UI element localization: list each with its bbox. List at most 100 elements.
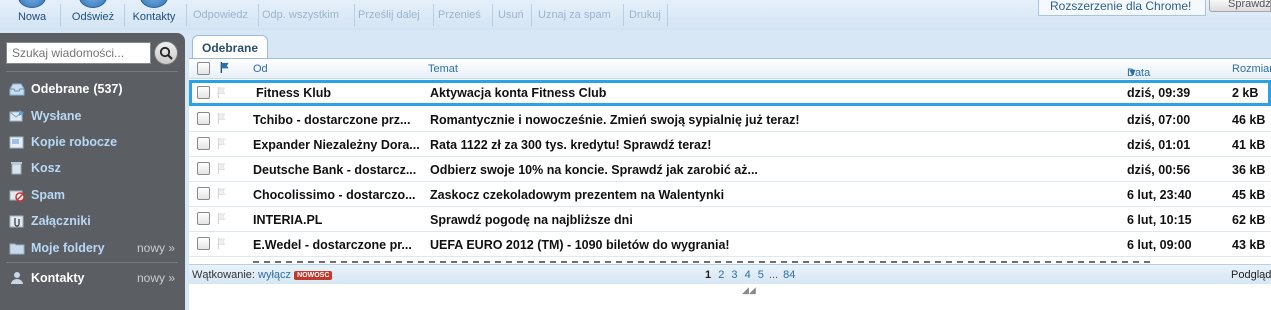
sidebar-divider — [6, 71, 178, 72]
refresh-button[interactable]: Odśwież — [68, 0, 118, 30]
column-subject[interactable]: Temat — [428, 63, 458, 75]
message-subject: Romantycznie i nowocześnie. Zmień swoją … — [430, 113, 800, 127]
flag-icon[interactable] — [217, 238, 227, 249]
column-size[interactable]: Rozmiar — [1232, 63, 1271, 75]
attachments-icon — [9, 214, 25, 228]
row-checkbox[interactable] — [197, 112, 210, 125]
message-date: 6 lut, 09:00 — [1127, 238, 1192, 252]
row-checkbox[interactable] — [197, 86, 210, 99]
tab-inbox[interactable]: Odebrane — [192, 35, 268, 59]
contacts-label: Kontakty — [132, 11, 176, 23]
message-subject: Aktywacja konta Fitness Club — [430, 86, 607, 100]
chrome-extension-link[interactable]: Rozszerzenie dla Chrome! — [1038, 0, 1206, 16]
message-subject: UEFA EURO 2012 (TM) - 1090 biletów do wy… — [430, 238, 730, 252]
tab-strip: Odebrane — [189, 33, 1271, 59]
sidebar-item-trash[interactable]: Kosz — [0, 156, 185, 180]
flag-column-icon[interactable] — [220, 62, 230, 73]
select-all-checkbox[interactable] — [197, 62, 210, 75]
message-date: dziś, 00:56 — [1127, 163, 1191, 177]
message-size: 46 kB — [1232, 113, 1266, 127]
message-from: Tchibo - dostarczone prz... — [253, 113, 411, 127]
flag-icon[interactable] — [217, 213, 227, 224]
sidebar-item-label: Spam — [31, 188, 66, 202]
message-subject: Odbierz swoje 10% na koncie. Sprawdź jak… — [430, 163, 758, 177]
flag-icon[interactable] — [217, 113, 227, 124]
refresh-icon — [79, 0, 107, 8]
flag-icon[interactable] — [217, 87, 227, 98]
sidebar-item-attachments[interactable]: Załączniki — [0, 209, 185, 233]
toolbar-divider — [60, 4, 61, 26]
row-checkbox[interactable] — [197, 137, 210, 150]
message-subject: Zaskocz czekoladowym prezentem na Walent… — [430, 188, 725, 202]
pagination-ellipsis: ... — [768, 269, 779, 281]
message-date: dziś, 01:01 — [1127, 138, 1191, 152]
message-date: dziś, 07:00 — [1127, 113, 1191, 127]
search-input[interactable] — [6, 42, 151, 64]
table-row[interactable]: Fitness Klub Aktywacja konta Fitness Clu… — [189, 80, 1271, 106]
list-footer: Wątkowanie: wyłącz NOWOŚĆ 1 2 3 4 5 ... … — [189, 264, 1271, 284]
contacts-button[interactable]: Kontakty — [130, 0, 178, 30]
sidebar-item-spam[interactable]: Spam — [0, 183, 185, 207]
message-size: 2 kB — [1232, 86, 1259, 100]
sidebar-item-contacts[interactable]: Kontakty nowy » — [0, 266, 185, 290]
message-from: Chocolissimo - dostarczo... — [253, 188, 416, 202]
row-checkbox[interactable] — [197, 187, 210, 200]
page-link[interactable]: 5 — [758, 269, 764, 281]
flag-icon[interactable] — [217, 138, 227, 149]
flag-icon[interactable] — [217, 188, 227, 199]
toolbar-divider — [492, 4, 493, 26]
page-link-current[interactable]: 1 — [705, 269, 711, 281]
page-link[interactable]: 3 — [731, 269, 737, 281]
move-button[interactable]: Przenieś — [438, 9, 481, 21]
spam-button[interactable]: Uznaj za spam — [538, 9, 611, 21]
sidebar-item-inbox[interactable]: Odebrane (537) — [0, 77, 185, 101]
sidebar-item-my-folders[interactable]: Moje foldery nowy » — [0, 236, 185, 260]
sidebar-item-label: Moje foldery — [31, 241, 105, 255]
resize-grip-icon[interactable]: ◢◢ — [742, 285, 756, 296]
forward-button[interactable]: Prześlij dalej — [358, 9, 420, 21]
message-from: INTERIA.PL — [253, 213, 323, 227]
sidebar: Odebrane(537) Wysłane Kopie robocze Kosz… — [0, 33, 185, 310]
new-feature-badge: NOWOŚĆ — [294, 271, 333, 280]
preview-toggle[interactable]: Podgląd — [1231, 269, 1271, 281]
message-date: dziś, 09:39 — [1127, 86, 1191, 100]
sort-desc-icon: ▼ — [1127, 67, 1138, 79]
toolbar-divider — [186, 4, 187, 26]
table-row[interactable]: E.Wedel - dostarczone pr... UEFA EURO 20… — [189, 232, 1271, 257]
reply-all-button[interactable]: Odp. wszystkim — [262, 9, 339, 21]
side-button[interactable]: Sprawdź — [1209, 0, 1271, 12]
threading-toggle-link[interactable]: wyłącz — [258, 269, 291, 281]
table-row[interactable]: Deutsche Bank - dostarcz... Odbierz swoj… — [189, 157, 1271, 182]
sidebar-item-label: Odebrane — [31, 82, 90, 96]
message-subject: Rata 1122 zł za 300 tys. kredytu! Sprawd… — [430, 138, 712, 152]
delete-button[interactable]: Usuń — [498, 9, 524, 21]
new-contact-link[interactable]: nowy » — [137, 271, 175, 285]
table-row[interactable]: Expander Niezależny Dora... Rata 1122 zł… — [189, 132, 1271, 157]
sidebar-divider — [6, 262, 178, 263]
sidebar-item-label: Załączniki — [31, 214, 91, 228]
message-date: 6 lut, 10:15 — [1127, 213, 1192, 227]
reply-button[interactable]: Odpowiedz — [193, 9, 248, 21]
sidebar-item-drafts[interactable]: Kopie robocze — [0, 130, 185, 154]
row-checkbox[interactable] — [197, 237, 210, 250]
row-checkbox[interactable] — [197, 212, 210, 225]
toolbar: Nowa Odśwież Kontakty Odpowiedz Odp. wsz… — [0, 0, 1271, 30]
search-button[interactable] — [154, 41, 178, 65]
new-message-button[interactable]: Nowa — [13, 0, 51, 30]
search-icon — [159, 46, 173, 60]
table-row[interactable]: Chocolissimo - dostarczo... Zaskocz czek… — [189, 182, 1271, 207]
new-folder-link[interactable]: nowy » — [137, 241, 175, 255]
sidebar-item-sent[interactable]: Wysłane — [0, 104, 185, 128]
table-row[interactable]: INTERIA.PL Sprawdź pogodę na najbliższe … — [189, 207, 1271, 232]
flag-icon[interactable] — [217, 163, 227, 174]
message-from: E.Wedel - dostarczone pr... — [253, 238, 412, 252]
print-button[interactable]: Drukuj — [629, 9, 661, 21]
page-link[interactable]: 2 — [718, 269, 724, 281]
new-message-icon — [18, 0, 46, 8]
page-link[interactable]: 4 — [745, 269, 751, 281]
message-size: 43 kB — [1232, 238, 1266, 252]
page-link-last[interactable]: 84 — [783, 269, 795, 281]
row-checkbox[interactable] — [197, 162, 210, 175]
table-row[interactable]: Tchibo - dostarczone prz... Romantycznie… — [189, 107, 1271, 132]
column-from[interactable]: Od — [253, 63, 268, 75]
